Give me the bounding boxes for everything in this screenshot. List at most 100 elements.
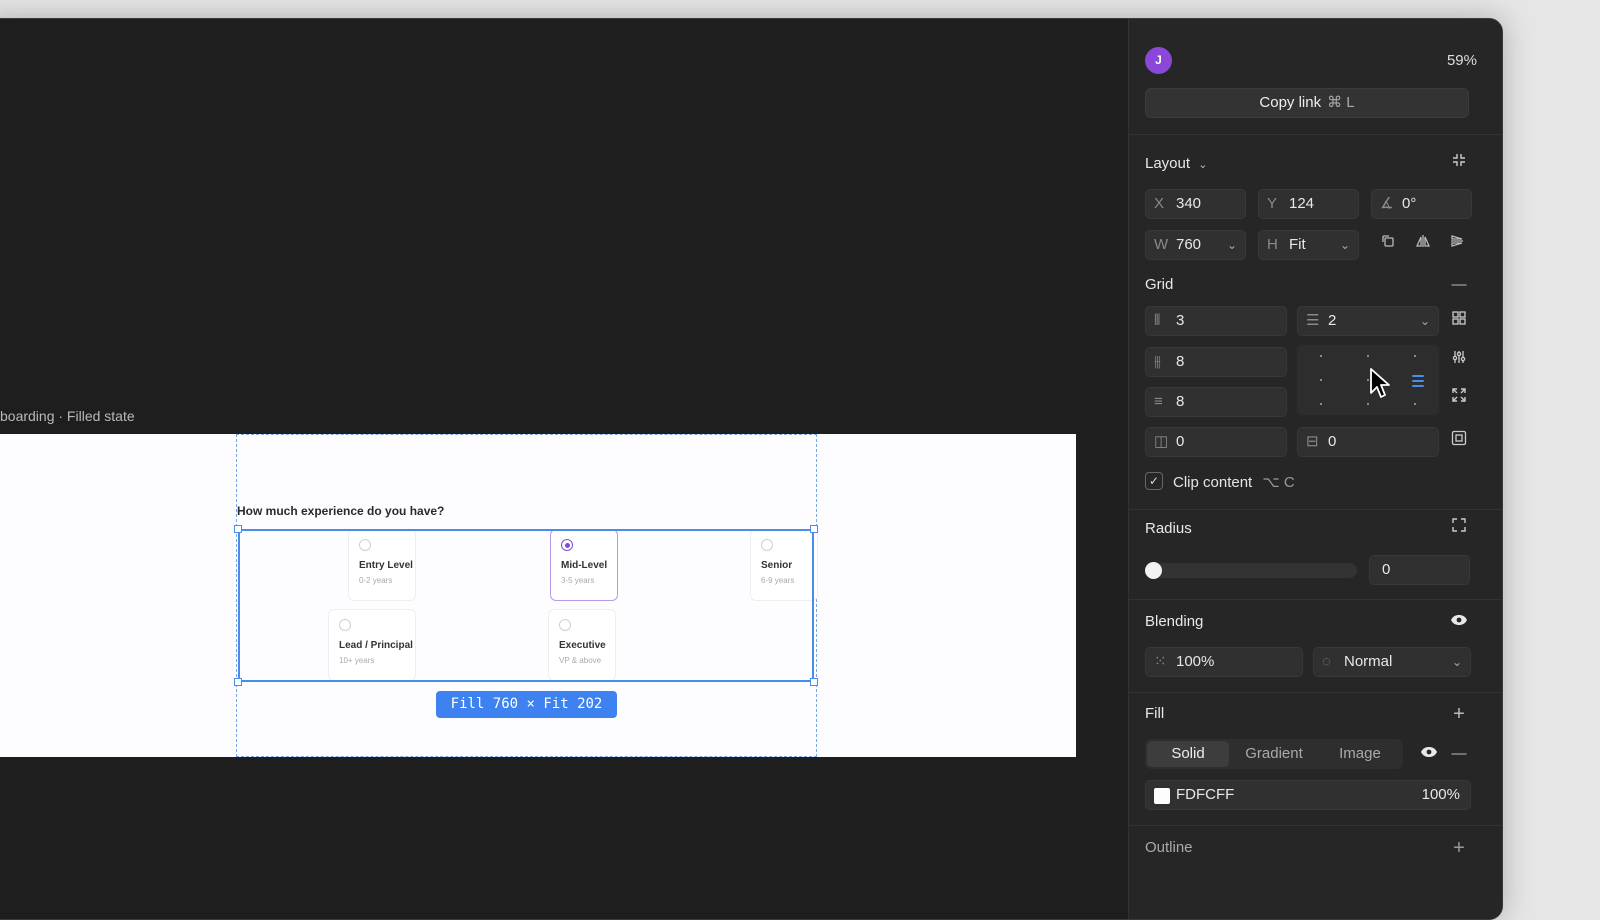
row-gap-field[interactable]: ≡ 8 (1145, 387, 1287, 417)
selection-box[interactable] (238, 529, 814, 682)
resize-handle-top-left[interactable] (234, 525, 242, 533)
mouse-cursor-icon (1370, 368, 1390, 398)
padding-vertical-icon: ⊟ (1306, 433, 1319, 450)
resize-handle-top-right[interactable] (810, 525, 818, 533)
grid-columns-field[interactable]: ⫴ 3 (1145, 306, 1287, 336)
column-gap-value: 8 (1176, 353, 1185, 370)
eye-icon[interactable] (1415, 740, 1443, 768)
tab-gradient[interactable]: Gradient (1233, 741, 1315, 767)
question-text: How much experience do you have? (237, 504, 445, 518)
layout-section-toggle[interactable]: Layout ⌄ (1145, 155, 1207, 172)
copy-link-shortcut: ⌘ L (1327, 94, 1355, 111)
zoom-level[interactable]: 59% (1447, 52, 1477, 69)
padding-box-icon[interactable] (1445, 428, 1473, 456)
plus-icon[interactable]: + (1445, 834, 1473, 862)
flip-vertical-icon[interactable] (1443, 231, 1471, 259)
size-badge: Fill 760 × Fit 202 (436, 691, 617, 718)
grid-columns-value: 3 (1176, 312, 1185, 329)
align-right-icon[interactable] (1412, 375, 1424, 387)
tab-solid[interactable]: Solid (1147, 741, 1229, 767)
corner-radius-icon[interactable] (1445, 515, 1473, 543)
radius-value: 0 (1382, 561, 1391, 578)
eye-icon[interactable] (1445, 608, 1473, 636)
avatar[interactable]: J (1145, 47, 1172, 74)
clip-content-label: Clip content (1173, 474, 1253, 491)
resize-handle-bottom-right[interactable] (810, 678, 818, 686)
clip-content-label-row: Clip content ⌥ C (1173, 473, 1295, 491)
column-gap-field[interactable]: ⫵ 8 (1145, 347, 1287, 377)
x-value: 340 (1176, 195, 1202, 212)
blending-title: Blending (1145, 613, 1204, 630)
divider (1129, 134, 1502, 135)
grid-title: Grid (1145, 276, 1174, 293)
padding-horizontal-value: 0 (1176, 433, 1185, 450)
y-field[interactable]: Y 124 (1258, 189, 1359, 219)
resize-handle-bottom-left[interactable] (234, 678, 242, 686)
outline-title: Outline (1145, 839, 1193, 856)
rotation-value: 0° (1402, 195, 1417, 212)
divider (1129, 509, 1502, 510)
width-field[interactable]: W 760 ⌄ (1145, 230, 1246, 260)
rows-icon: ☰ (1306, 312, 1320, 329)
properties-panel: J 59% Copy link ⌘ L Layout ⌄ X 340 Y 124 … (1128, 19, 1502, 919)
fill-color-field[interactable]: FDFCFF 100% (1145, 780, 1471, 810)
grid-rows-field[interactable]: ☰ 2 ⌄ (1297, 306, 1439, 336)
chevron-down-icon: ⌄ (1226, 238, 1237, 252)
copy-link-button[interactable]: Copy link ⌘ L (1145, 88, 1469, 118)
padding-horizontal-field[interactable]: ◫ 0 (1145, 427, 1287, 457)
alignment-grid[interactable] (1297, 345, 1439, 415)
height-field[interactable]: H Fit ⌄ (1258, 230, 1359, 260)
rotation-field[interactable]: ∡ 0° (1371, 189, 1472, 219)
fill-color-opacity: 100% (1421, 786, 1460, 803)
rotation-icon: ∡ (1380, 195, 1394, 212)
blend-mode-select[interactable]: ◌ Normal ⌄ (1313, 647, 1471, 677)
radius-slider[interactable] (1145, 563, 1357, 578)
column-gap-icon: ⫵ (1154, 353, 1161, 370)
radius-field[interactable]: 0 (1369, 555, 1470, 585)
plus-icon[interactable]: + (1445, 700, 1473, 728)
opacity-icon: ⁙ (1154, 653, 1167, 670)
design-canvas[interactable]: boarding · Filled state How much experie… (0, 19, 1128, 919)
tab-image[interactable]: Image (1319, 741, 1401, 767)
minus-icon[interactable]: — (1445, 740, 1473, 768)
layout-title: Layout (1145, 155, 1191, 172)
divider (1129, 825, 1502, 826)
color-swatch[interactable] (1154, 788, 1170, 804)
w-value: 760 (1176, 236, 1202, 253)
clip-content-shortcut: ⌥ C (1262, 474, 1295, 491)
grid-icon[interactable] (1445, 307, 1473, 335)
x-label: X (1154, 195, 1165, 212)
padding-vertical-value: 0 (1328, 433, 1337, 450)
h-value: Fit (1289, 236, 1306, 253)
copy-link-label: Copy link (1259, 94, 1322, 111)
w-label: W (1154, 236, 1169, 253)
x-field[interactable]: X 340 (1145, 189, 1246, 219)
fill-color-hex: FDFCFF (1176, 786, 1235, 803)
fill-title: Fill (1145, 705, 1165, 722)
clip-content-checkbox[interactable]: ✓ (1145, 472, 1163, 490)
expand-icon[interactable] (1445, 385, 1473, 413)
radius-title: Radius (1145, 520, 1192, 537)
h-label: H (1267, 236, 1278, 253)
row-gap-icon: ≡ (1154, 393, 1163, 410)
frame-label[interactable]: boarding · Filled state (0, 408, 135, 424)
checkmark-icon: ✓ (1148, 474, 1160, 488)
row-gap-value: 8 (1176, 393, 1185, 410)
drop-icon: ◌ (1322, 653, 1331, 670)
opacity-field[interactable]: ⁙ 100% (1145, 647, 1303, 677)
grid-rows-value: 2 (1328, 312, 1337, 329)
padding-vertical-field[interactable]: ⊟ 0 (1297, 427, 1439, 457)
fill-type-tabs: Solid Gradient Image (1145, 739, 1403, 769)
y-label: Y (1267, 195, 1278, 212)
flip-horizontal-icon[interactable] (1409, 231, 1437, 259)
chevron-down-icon: ⌄ (1198, 159, 1208, 171)
chevron-down-icon: ⌄ (1451, 655, 1462, 669)
minus-icon[interactable]: — (1445, 271, 1473, 299)
collapse-icon[interactable] (1445, 150, 1473, 178)
sliders-icon[interactable] (1445, 347, 1473, 375)
divider (1129, 692, 1502, 693)
radius-slider-knob[interactable] (1145, 562, 1162, 579)
chevron-down-icon: ⌄ (1339, 238, 1350, 252)
blend-mode-value: Normal (1344, 653, 1393, 670)
rotate-icon[interactable] (1374, 231, 1402, 259)
